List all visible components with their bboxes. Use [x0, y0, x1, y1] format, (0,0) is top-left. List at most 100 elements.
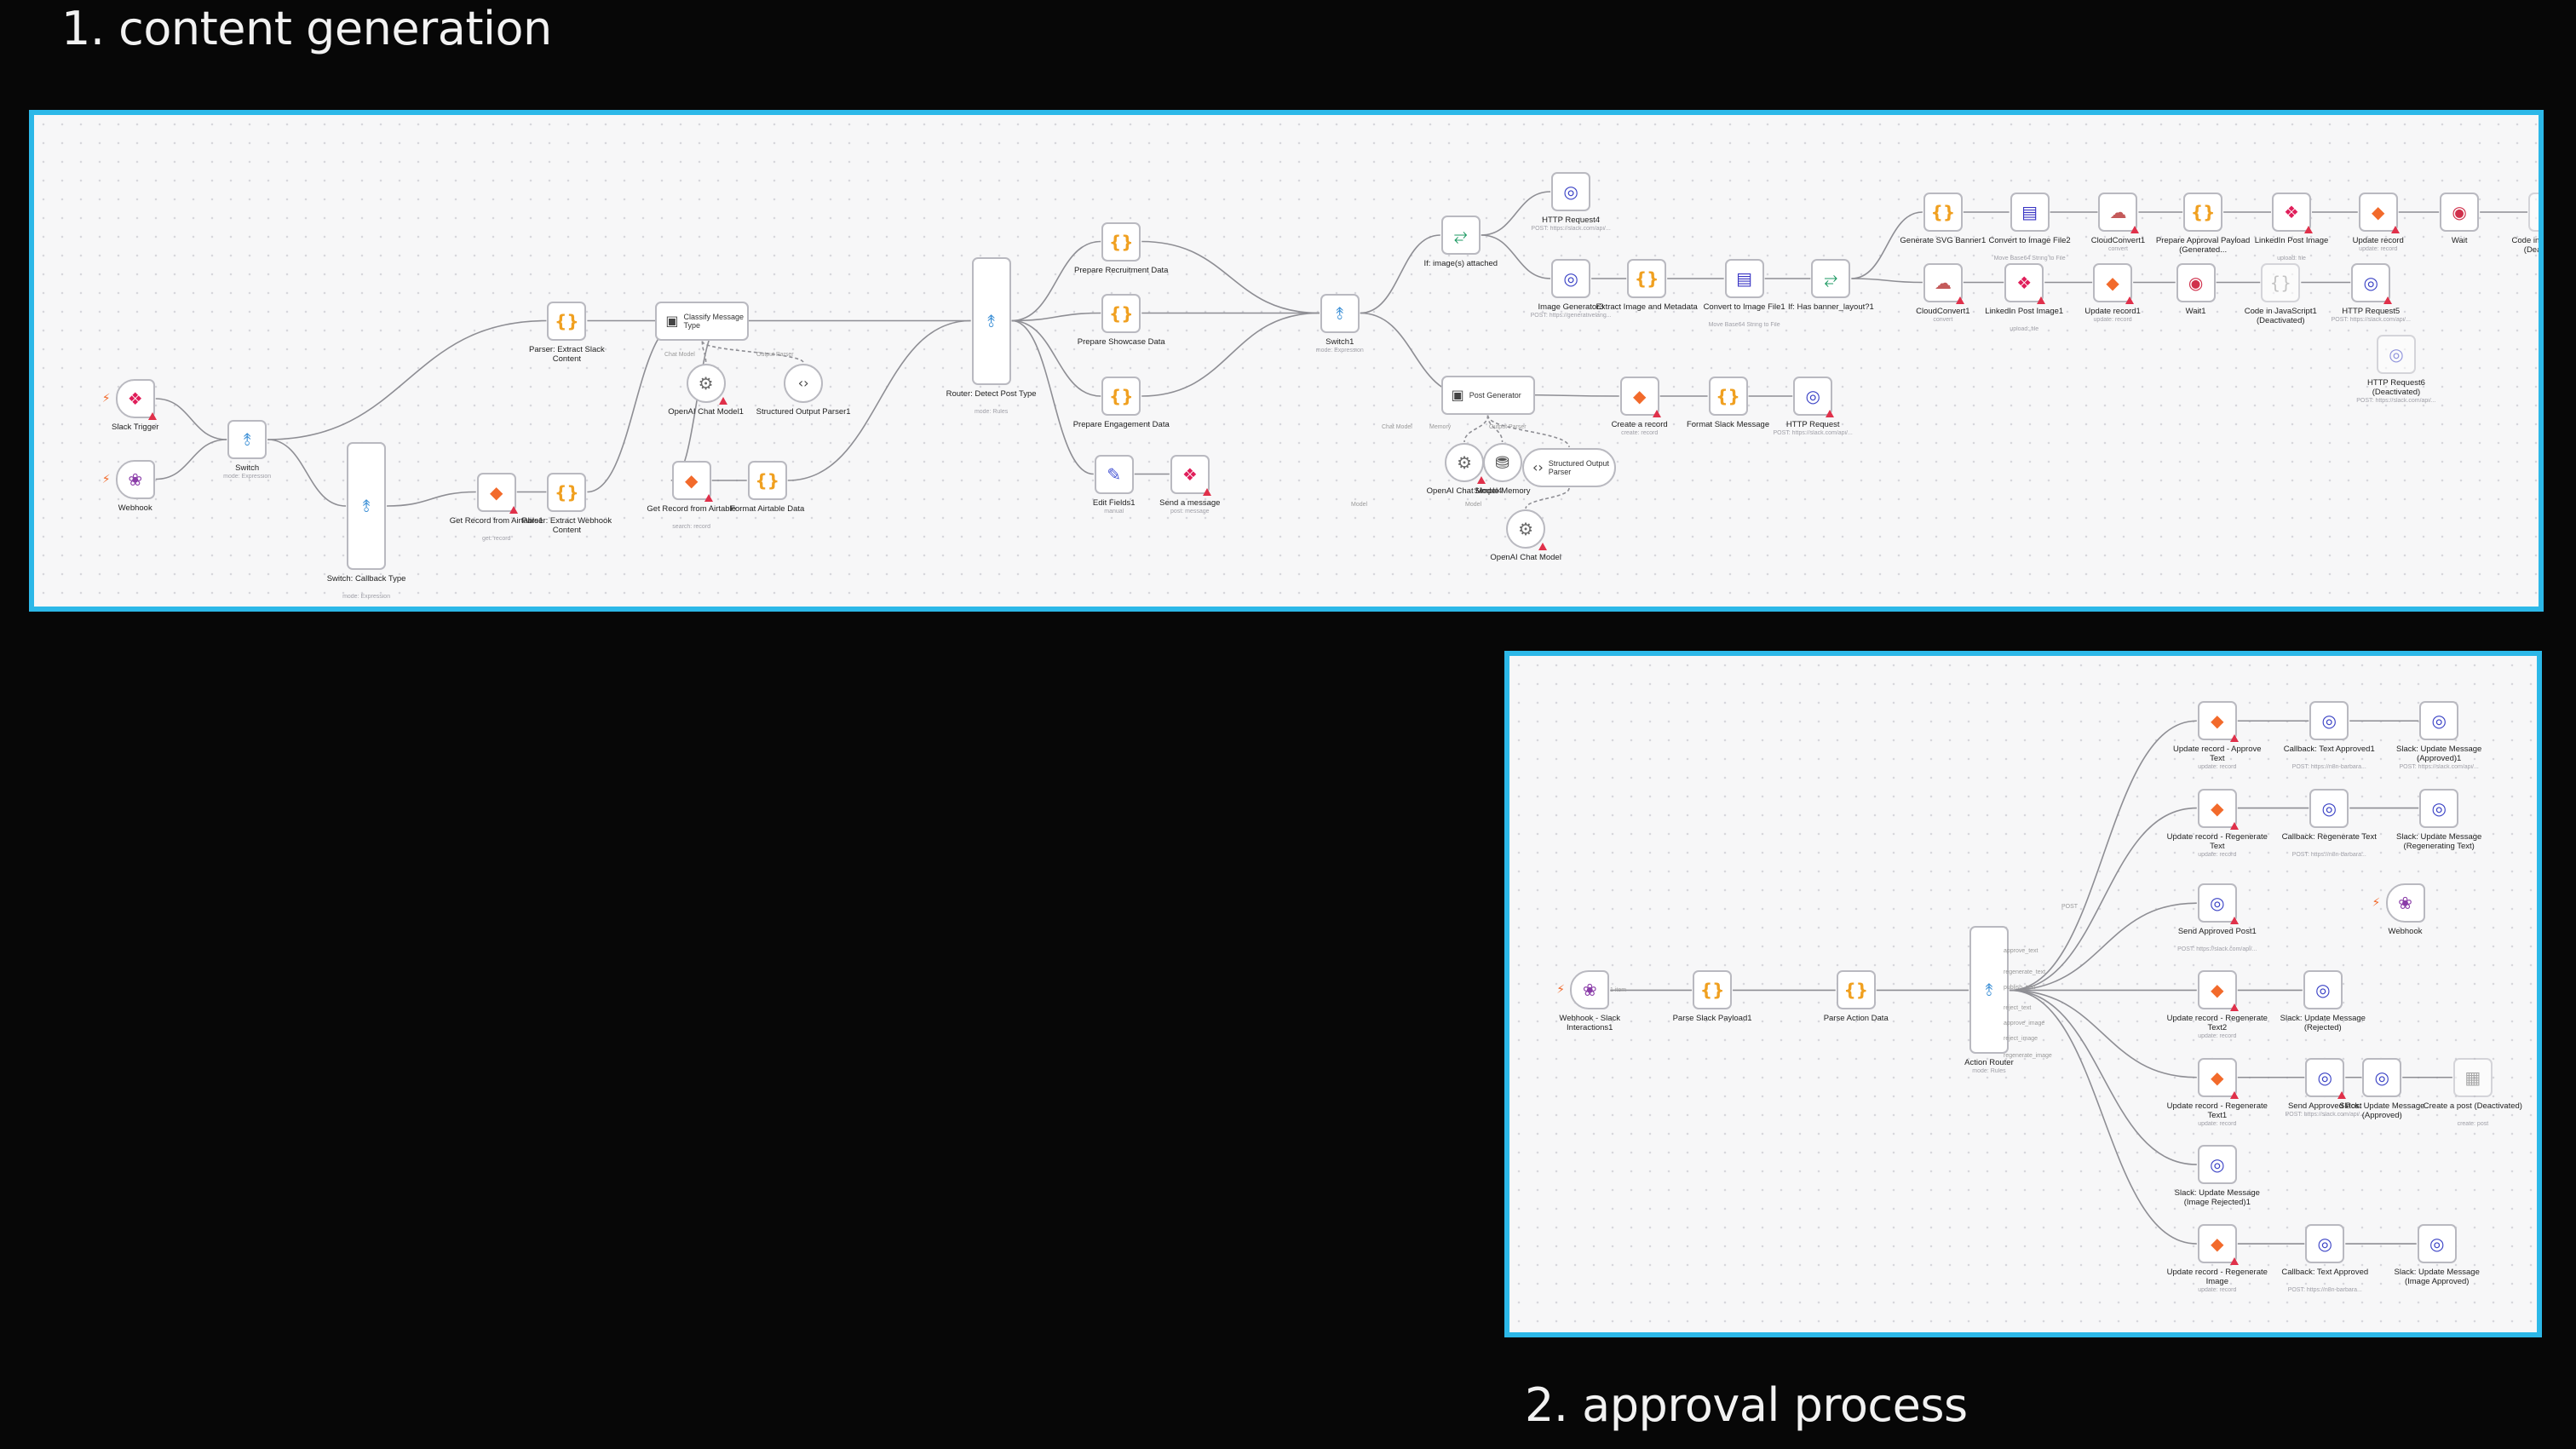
js-icon: {}	[2269, 272, 2291, 293]
canvas2-node-slack-update-message-approved[interactable]: ◎	[2362, 1057, 2402, 1097]
canvas2-node-callback-regenerate-text[interactable]: ◎	[2309, 788, 2349, 828]
canvas1-node-prepare-recruitment-data[interactable]: {}	[1101, 221, 1141, 262]
globe-icon: ◎	[2317, 1233, 2332, 1255]
canvas1-node-image-generator3[interactable]: ◎	[1551, 259, 1591, 298]
node-connection	[1011, 319, 1101, 397]
canvas2-node-send-approved-post1[interactable]: ◎	[2197, 883, 2239, 925]
canvas1-node-http-request5[interactable]: ◎	[2351, 262, 2393, 304]
canvas2-node-slack-update-message-image-approved[interactable]: ◎	[2417, 1224, 2457, 1264]
canvas1-node-wait1[interactable]: ◉	[2176, 262, 2216, 302]
router-icon: ⥉	[362, 496, 371, 516]
canvas1-node-http-request[interactable]: ◎	[1793, 377, 1835, 417]
slack-icon: ❖	[2284, 202, 2299, 222]
code-icon: {}	[555, 481, 579, 503]
canvas1-node-switch-callback-type[interactable]: ⥉	[347, 442, 387, 570]
node-label: OpenAI Chat Model	[1490, 553, 1561, 562]
canvas1-node-openai-chat-model4[interactable]: ⚙	[1445, 443, 1486, 484]
warning-icon	[2304, 226, 2313, 233]
canvas1-node-classify-message-type[interactable]: ▣ Classify Message Type	[655, 301, 750, 341]
canvas1-node-send-a-message[interactable]: ❖	[1170, 454, 1211, 496]
node-subtitle: update: record	[2359, 246, 2398, 252]
canvas1-node-get-record-from-airtable[interactable]: ◆	[671, 461, 713, 502]
canvas1-node-wait[interactable]: ◉	[2440, 193, 2480, 232]
workflow-canvas-content-generation[interactable]: ❖ ⚡ Slack Trigger ❀ ⚡ Webhook ⥉ Switch mode: Exp…	[29, 110, 2544, 612]
node-label: Action Router	[1964, 1058, 2014, 1068]
canvas1-node-post-generator[interactable]: ▣ Post Generator	[1440, 375, 1535, 415]
canvas1-node-format-slack-message[interactable]: {}	[1708, 377, 1748, 416]
canvas1-node-slack-trigger[interactable]: ❖	[115, 379, 157, 420]
warning-icon	[1538, 543, 1548, 550]
canvas1-node-prepare-showcase-data[interactable]: {}	[1101, 293, 1141, 333]
canvas1-node-switch1[interactable]: ⥉	[1320, 293, 1360, 333]
canvas1-node-simple-memory[interactable]: ⛃	[1482, 443, 1522, 482]
canvas1-node-update-record1[interactable]: ◆	[2093, 262, 2135, 304]
canvas1-node-router-detect-post-type[interactable]: ⥉	[971, 256, 1011, 385]
canvas1-node-prepare-engagement-data[interactable]: {}	[1101, 377, 1141, 416]
code-icon: {}	[555, 310, 579, 331]
canvas1-node-cloudconvert1[interactable]: ☁	[2098, 193, 2140, 233]
canvas1-node-convert-to-image-file2[interactable]: ▤	[2010, 193, 2050, 232]
canvas2-node-parse-action-data[interactable]: {}	[1836, 970, 1876, 1010]
openai-icon: ⚙	[1518, 519, 1534, 539]
canvas2-node-callback-text-approved[interactable]: ◎	[2305, 1224, 2345, 1264]
canvas2-node-update-record-approve-text[interactable]: ◆	[2197, 701, 2239, 743]
node-label: Slack: Update Message (Regenerating Text…	[2396, 831, 2482, 851]
canvas1-node-get-record-from-airtable1[interactable]: ◆	[476, 472, 518, 514]
canvas2-node-parse-slack-payload1[interactable]: {}	[1693, 970, 1733, 1010]
canvas1-node-if-image-s-attached[interactable]: ⥂	[1440, 216, 1481, 255]
node-subtitle: convert	[1933, 316, 1953, 323]
canvas1-node-extract-image-and-metadata[interactable]: {}	[1627, 259, 1667, 298]
canvas2-node-create-a-post-deactivated[interactable]: ▦	[2452, 1057, 2493, 1097]
canvas1-node-cloudconvert1[interactable]: ☁	[1923, 262, 1964, 304]
canvas1-node-openai-chat-model[interactable]: ⚙	[1506, 509, 1548, 550]
canvas2-node-slack-update-message-regenerating-text[interactable]: ◎	[2419, 788, 2459, 828]
canvas2-node-update-record-regenerate-text[interactable]: ◆	[2197, 788, 2239, 830]
canvas1-node-prepare-approval-payload-generated[interactable]: {}	[2183, 193, 2223, 232]
connection-label: Model	[1351, 502, 1368, 508]
node-connection	[1141, 240, 1320, 314]
canvas1-node-structured-output-parser[interactable]: ‹› Structured Output Parser	[1522, 448, 1616, 487]
canvas2-node-update-record-regenerate-text1[interactable]: ◆	[2197, 1057, 2239, 1099]
canvas1-node-if-has-banner-layout-1[interactable]: ⥂	[1811, 259, 1851, 298]
node-label: Webhook	[2388, 927, 2423, 937]
canvas1-node-switch[interactable]: ⥉	[227, 420, 267, 459]
canvas2-node-slack-update-message-approved-1[interactable]: ◎	[2419, 701, 2459, 741]
workflow-canvas-approval-process[interactable]: ❀ ⚡ Webhook - Slack Interactions1 {} Parse S…	[1504, 651, 2542, 1337]
canvas1-node-structured-output-parser1[interactable]: ‹›	[784, 364, 824, 403]
canvas1-node-linkedin-post-image[interactable]: ❖	[2272, 193, 2313, 233]
canvas2-node-webhook-slack-interactions1[interactable]: ❀	[1570, 970, 1610, 1010]
robot-icon: ▣	[1451, 386, 1464, 403]
canvas2-node-slack-update-message-image-rejected-1[interactable]: ◎	[2197, 1145, 2237, 1185]
canvas2-node-send-approved-post[interactable]: ◎	[2305, 1057, 2347, 1099]
canvas1-node-generate-svg-banner1[interactable]: {}	[1923, 193, 1963, 232]
node-label: HTTP Request	[1785, 420, 1840, 429]
canvas1-node-update-record[interactable]: ◆	[2358, 193, 2400, 233]
canvas1-node-create-a-record[interactable]: ◆	[1619, 377, 1661, 417]
canvas1-node-webhook[interactable]: ❀	[115, 459, 155, 499]
canvas1-node-http-request4[interactable]: ◎	[1551, 172, 1591, 211]
node-label: Simple Memory	[1474, 486, 1531, 496]
canvas1-node-http-request6-deactivated[interactable]: ◎	[2376, 334, 2416, 374]
canvas1-node-format-airtable-data[interactable]: {}	[747, 461, 787, 500]
canvas1-node-code-in-javascript1-deactivated[interactable]: {}	[2261, 262, 2301, 302]
canvas1-node-convert-to-image-file1[interactable]: ▤	[1724, 259, 1764, 298]
canvas1-node-linkedin-post-image1[interactable]: ❖	[2004, 262, 2046, 304]
canvas1-node-parser-extract-webhook-content[interactable]: {}	[547, 472, 587, 512]
canvas1-node-code-in-javascript4-deactivated[interactable]: {}	[2528, 193, 2539, 232]
canvas1-node-edit-fields1[interactable]: ✎	[1094, 454, 1134, 494]
globe-icon: ◎	[2321, 710, 2337, 732]
node-label: Prepare Approval Payload (Generated...	[2155, 236, 2251, 255]
airtable-icon: ◆	[1632, 386, 1647, 406]
canvas2-node-update-record-regenerate-text2[interactable]: ◆	[2197, 970, 2239, 1012]
node-label: Callback: Text Approved	[2281, 1268, 2369, 1278]
canvas2-node-callback-text-approved1[interactable]: ◎	[2309, 701, 2349, 741]
node-label: Update record - Regenerate Text1	[2166, 1101, 2268, 1120]
warning-icon	[704, 494, 713, 502]
trigger-bolt-icon: ⚡	[101, 391, 111, 405]
canvas2-node-update-record-regenerate-image[interactable]: ◆	[2197, 1224, 2239, 1266]
node-subtitle: upload: file	[2277, 256, 2306, 262]
canvas1-node-openai-chat-model1[interactable]: ⚙	[686, 364, 727, 405]
canvas2-node-webhook[interactable]: ❀	[2385, 883, 2425, 923]
canvas2-node-slack-update-message-rejected[interactable]: ◎	[2303, 970, 2343, 1010]
canvas1-node-parser-extract-slack-content[interactable]: {}	[547, 301, 587, 341]
